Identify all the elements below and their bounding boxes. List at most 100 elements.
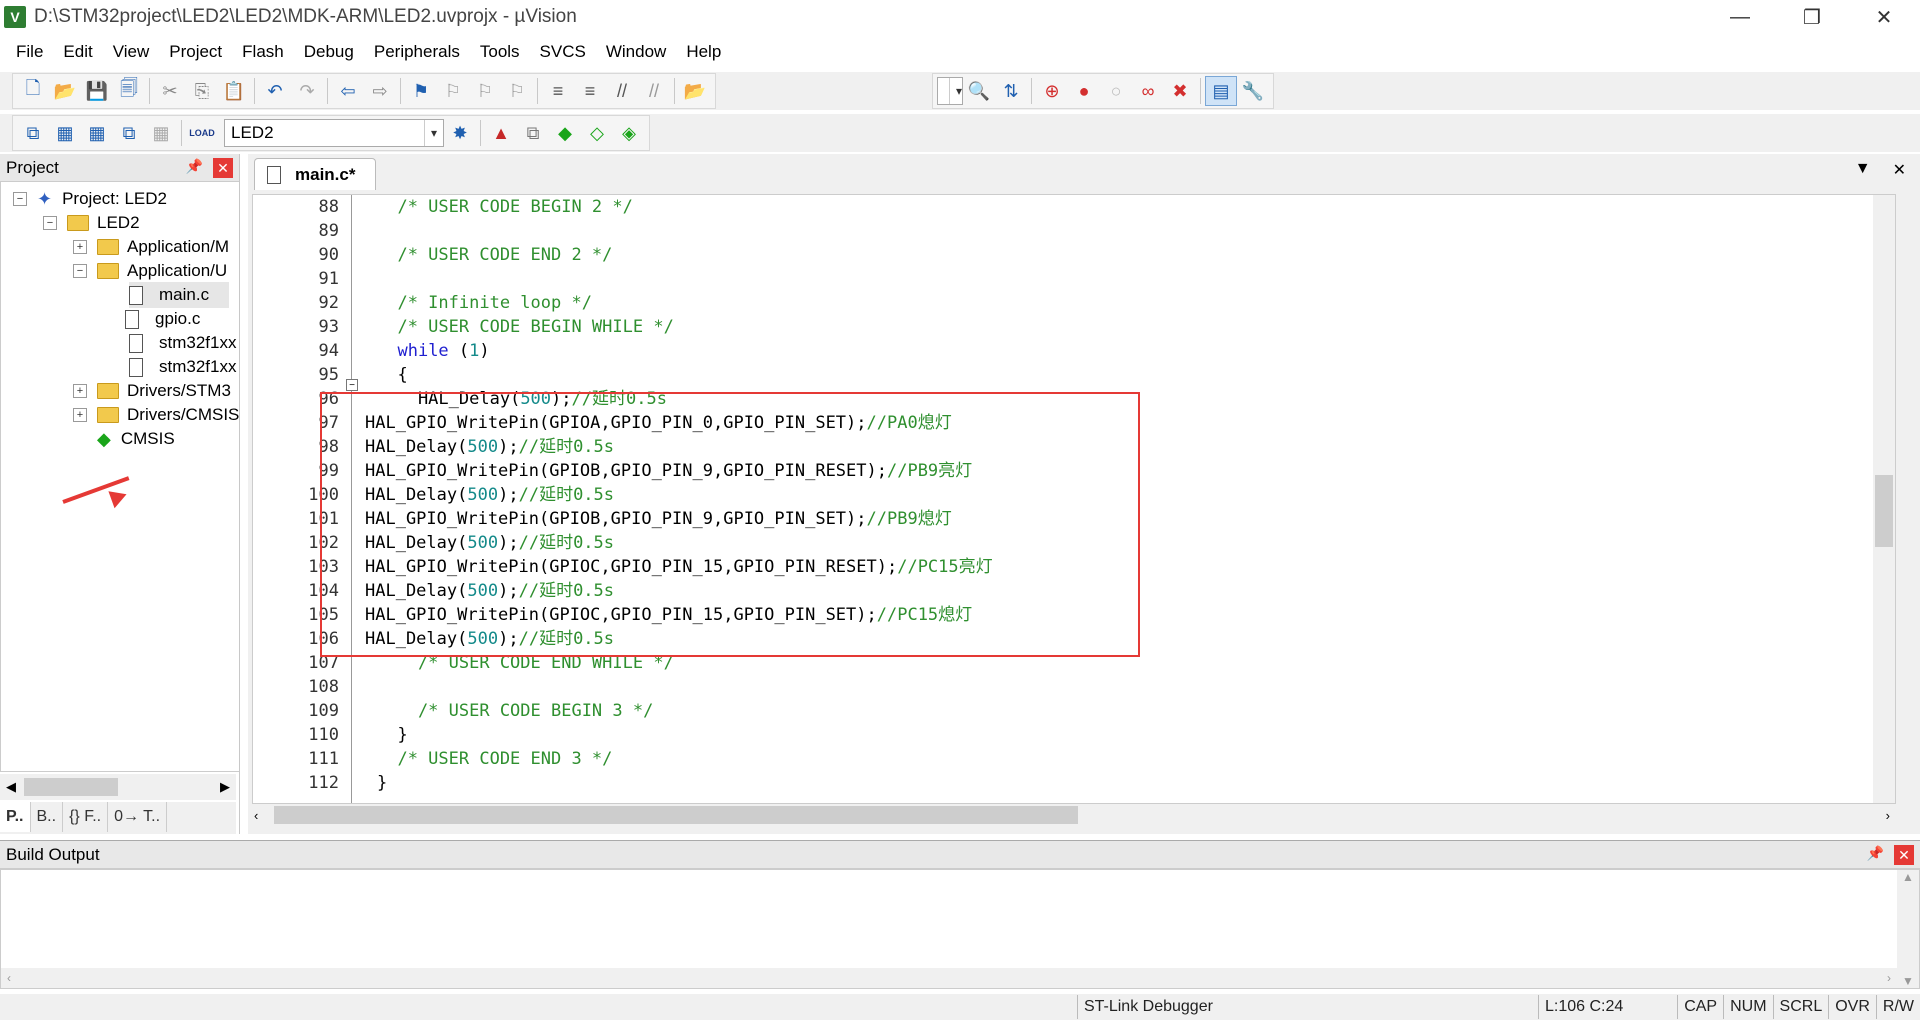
scroll-right-icon[interactable]: ›: [1887, 971, 1891, 985]
undo-icon[interactable]: ↶: [259, 76, 291, 106]
code-line[interactable]: /* USER CODE BEGIN 3 */: [377, 699, 653, 723]
collapse-icon[interactable]: −: [73, 264, 87, 278]
pin-icon[interactable]: 📌: [1867, 845, 1884, 865]
build-vertical-scrollbar[interactable]: ▲ ▼: [1897, 870, 1919, 988]
cut-icon[interactable]: ✂: [154, 76, 186, 106]
close-icon[interactable]: ✕: [1894, 845, 1914, 865]
tree-item-group[interactable]: − Application/U: [73, 258, 227, 284]
project-horizontal-scrollbar[interactable]: ◀ ▶: [0, 774, 236, 800]
tree-item-target[interactable]: − LED2: [43, 210, 140, 236]
restore-icon[interactable]: ❐: [1776, 0, 1848, 34]
pin-icon[interactable]: 📌: [186, 158, 203, 178]
expand-icon[interactable]: +: [73, 408, 87, 422]
comment-icon[interactable]: //: [606, 76, 638, 106]
save-all-icon[interactable]: 🗐: [113, 76, 145, 106]
copy-icon[interactable]: ⎘: [186, 76, 218, 106]
manage-multi-project-icon[interactable]: ⧉: [517, 118, 549, 148]
target-select[interactable]: LED2 ▾: [224, 119, 444, 147]
paste-icon[interactable]: 📋: [218, 76, 250, 106]
code-line[interactable]: }: [377, 723, 407, 747]
unindent-icon[interactable]: ≡: [574, 76, 606, 106]
code-line[interactable]: /* USER CODE END 3 */: [377, 747, 612, 771]
window-layout-icon[interactable]: ▤: [1205, 76, 1237, 106]
menu-tools[interactable]: Tools: [470, 42, 530, 62]
tree-item-group[interactable]: + Application/M: [73, 234, 229, 260]
configure-icon[interactable]: 🔧: [1237, 76, 1269, 106]
code-line[interactable]: while (1): [377, 339, 489, 363]
tree-item-file[interactable]: stm32f1xx: [129, 330, 236, 356]
kill-breakpoints-icon[interactable]: ✖: [1164, 76, 1196, 106]
find-in-files-icon[interactable]: 📂: [679, 76, 711, 106]
scroll-thumb[interactable]: [274, 806, 1078, 824]
editor-horizontal-scrollbar[interactable]: ‹ ›: [248, 804, 1896, 826]
disable-breakpoint-icon[interactable]: ○: [1100, 76, 1132, 106]
translate-icon[interactable]: ⧉: [17, 118, 49, 148]
collapse-icon[interactable]: −: [13, 192, 27, 206]
menu-edit[interactable]: Edit: [53, 42, 102, 62]
download-icon[interactable]: LOAD: [186, 118, 218, 148]
scroll-left-icon[interactable]: ‹: [7, 971, 11, 985]
rebuild-icon[interactable]: ▦: [81, 118, 113, 148]
code-line[interactable]: }: [377, 771, 387, 795]
fold-collapse-icon[interactable]: −: [346, 379, 358, 391]
scroll-left-icon[interactable]: ◀: [6, 779, 16, 795]
tree-item-group[interactable]: + Drivers/STM3: [73, 378, 231, 404]
code-line[interactable]: /* USER CODE BEGIN WHILE */: [377, 315, 673, 339]
stop-build-icon[interactable]: ▦: [145, 118, 177, 148]
code-line[interactable]: /* USER CODE END 2 */: [377, 243, 612, 267]
build-horizontal-scrollbar[interactable]: ‹ ›: [1, 968, 1897, 988]
expand-icon[interactable]: +: [73, 384, 87, 398]
menu-peripherals[interactable]: Peripherals: [364, 42, 470, 62]
tab-list-icon[interactable]: ▼: [1855, 160, 1871, 180]
bookmark-icon[interactable]: ⚑: [405, 76, 437, 106]
manage-run-time-environment-icon[interactable]: ◆: [549, 118, 581, 148]
navigate-forward-icon[interactable]: ⇨: [364, 76, 396, 106]
scroll-right-icon[interactable]: ▶: [220, 779, 230, 795]
clear-bookmarks-icon[interactable]: ⚐: [501, 76, 533, 106]
menu-help[interactable]: Help: [676, 42, 731, 62]
collapse-icon[interactable]: −: [43, 216, 57, 230]
tab-templates[interactable]: 0→ T..: [108, 802, 168, 832]
code-line[interactable]: {: [377, 363, 407, 387]
menu-file[interactable]: File: [6, 42, 53, 62]
code-line[interactable]: /* USER CODE BEGIN 2 */: [377, 195, 632, 219]
tree-item-file-selected[interactable]: main.c: [129, 282, 230, 308]
expand-icon[interactable]: +: [73, 240, 87, 254]
menu-flash[interactable]: Flash: [232, 42, 294, 62]
scroll-right-icon[interactable]: ›: [1886, 808, 1890, 823]
menu-window[interactable]: Window: [596, 42, 676, 62]
debug-session-icon[interactable]: ⊕: [1036, 76, 1068, 106]
scroll-left-icon[interactable]: ‹: [254, 808, 258, 823]
minimize-icon[interactable]: —: [1704, 0, 1776, 34]
prev-bookmark-icon[interactable]: ⚐: [437, 76, 469, 106]
new-file-icon[interactable]: 🗋: [17, 76, 49, 106]
open-file-icon[interactable]: 📂: [49, 76, 81, 106]
tree-item-component[interactable]: ◆ CMSIS: [97, 426, 175, 452]
close-icon[interactable]: ✕: [1848, 0, 1920, 34]
next-bookmark-icon[interactable]: ⚐: [469, 76, 501, 106]
find-icon[interactable]: 🔍: [963, 76, 995, 106]
save-icon[interactable]: 💾: [81, 76, 113, 106]
select-software-packs-icon[interactable]: ◇: [581, 118, 613, 148]
incremental-find-icon[interactable]: ⇅: [995, 76, 1027, 106]
tab-project[interactable]: P..: [0, 802, 31, 832]
target-options-icon[interactable]: ✸: [444, 118, 476, 148]
tab-books[interactable]: B..: [31, 802, 64, 832]
tree-item-group[interactable]: + Drivers/CMSIS: [73, 402, 239, 428]
editor-vertical-scrollbar[interactable]: [1873, 195, 1895, 803]
scroll-thumb[interactable]: [1875, 475, 1893, 547]
tree-item-project[interactable]: − ✦ Project: LED2: [13, 186, 167, 212]
close-icon[interactable]: ✕: [1893, 160, 1906, 180]
indent-icon[interactable]: ≡: [542, 76, 574, 106]
menu-view[interactable]: View: [103, 42, 160, 62]
disable-all-breakpoints-icon[interactable]: ∞: [1132, 76, 1164, 106]
pack-installer-icon[interactable]: ◈: [613, 118, 645, 148]
batch-build-icon[interactable]: ⧉: [113, 118, 145, 148]
build-output-text[interactable]: ▲ ▼ ‹ ›: [0, 869, 1920, 989]
tab-main-c[interactable]: main.c*: [254, 158, 377, 190]
tree-item-file[interactable]: stm32f1xx: [129, 354, 236, 380]
breakpoint-icon[interactable]: ●: [1068, 76, 1100, 106]
tree-item-file[interactable]: gpio.c: [125, 306, 200, 332]
menu-debug[interactable]: Debug: [294, 42, 364, 62]
build-icon[interactable]: ▦: [49, 118, 81, 148]
